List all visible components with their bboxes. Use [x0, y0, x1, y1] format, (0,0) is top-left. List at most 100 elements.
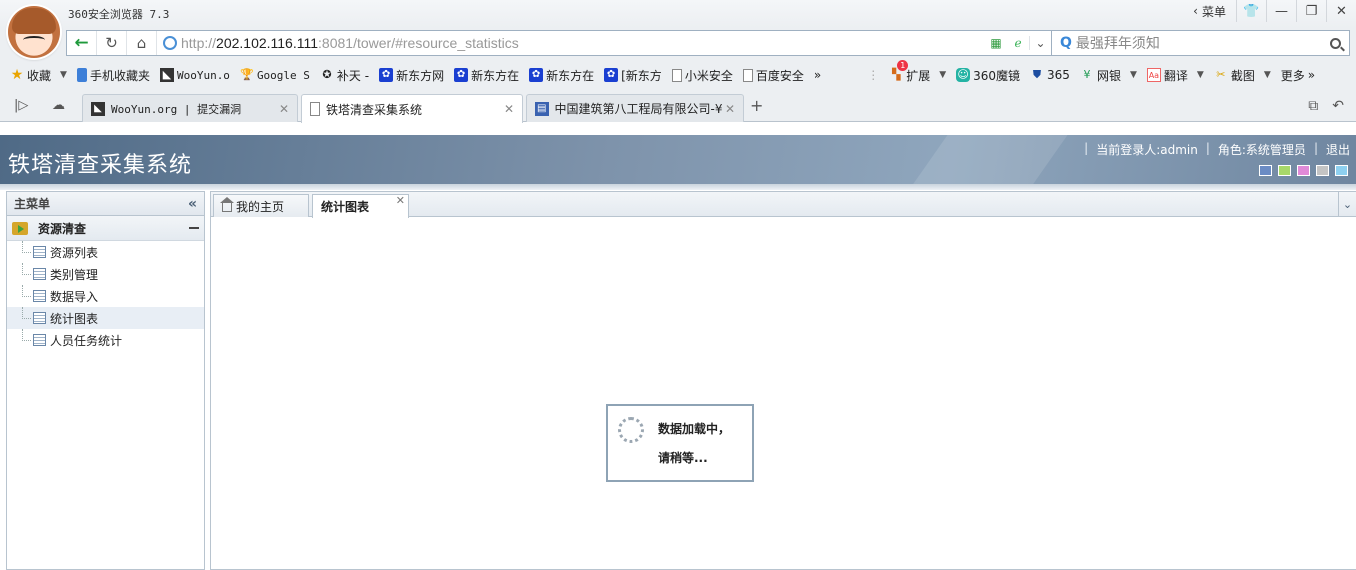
current-user-label: 当前登录人:admin	[1096, 143, 1198, 157]
tab-list-icon[interactable]: ⧉	[1308, 98, 1318, 114]
table-icon	[33, 334, 46, 346]
main-content: 我的主页 统计图表 ✕ ⌄	[210, 191, 1356, 570]
search-engine-icon[interactable]: Q	[1060, 35, 1072, 51]
user-avatar[interactable]	[8, 6, 60, 58]
browser-tab-active[interactable]: 铁塔清查采集系统 ✕	[301, 94, 523, 123]
sidebar-item-category[interactable]: 类别管理	[7, 263, 204, 285]
home-icon	[220, 196, 234, 212]
cloud-icon[interactable]: ☁	[52, 98, 65, 113]
caret-down-icon: ▼	[1196, 70, 1204, 80]
sidebar-item-task-stats[interactable]: 人员任务统计	[7, 329, 204, 351]
tab-home[interactable]: 我的主页	[213, 194, 309, 217]
user-bar: | 当前登录人:admin | 角色:系统管理员 | 退出	[1084, 141, 1350, 158]
sidebar-item-resource-list[interactable]: 资源列表	[7, 241, 204, 263]
tab-statistics[interactable]: 统计图表 ✕	[312, 194, 409, 218]
search-box[interactable]: Q 最强拜年须知	[1052, 30, 1350, 56]
bookmark-item[interactable]: 🏆 Google S	[240, 68, 310, 82]
google-icon: 🏆	[240, 68, 254, 81]
chevron-left-icon: ‹	[1193, 4, 1198, 18]
back-button[interactable]: ←	[67, 31, 97, 55]
double-chevron-right-icon: »	[813, 68, 822, 82]
refresh-button[interactable]: ↻	[97, 31, 127, 55]
bookmarks-bar: ★ 收藏 ▼ 手机收藏夹 ◣ WooYun.o 🏆 Google S ✪ 补天 - ✿ 新东…	[0, 60, 1356, 90]
sidebar-toggle-icon[interactable]: |▷	[14, 98, 28, 113]
bookmark-item[interactable]: ✿ 新东方在	[529, 67, 594, 84]
page-title: 铁塔清查采集系统	[8, 152, 193, 177]
bookmark-item[interactable]: ✿ [新东方	[604, 67, 662, 84]
undo-close-icon[interactable]: ↶	[1332, 98, 1344, 114]
phone-icon	[76, 68, 87, 82]
folder-icon	[12, 221, 28, 235]
app-header: 铁塔清查采集系统 | 当前登录人:admin | 角色:系统管理员 | 退出	[0, 135, 1356, 184]
theme-swatch-pink[interactable]	[1297, 165, 1310, 176]
caret-down-icon: ▼	[1263, 70, 1271, 80]
bookmark-item[interactable]: 手机收藏夹	[76, 67, 150, 84]
qr-code-icon[interactable]: ▦	[985, 36, 1007, 50]
bookmark-item[interactable]: 小米安全	[671, 67, 733, 84]
maximize-button[interactable]: ❐	[1296, 0, 1326, 22]
new-tab-button[interactable]: +	[750, 96, 763, 115]
close-tab-icon[interactable]: ✕	[725, 102, 735, 116]
url-input[interactable]: http://202.102.116.111:8081/tower/#resou…	[181, 35, 519, 51]
close-tab-icon[interactable]: ✕	[504, 102, 514, 116]
wooyun-icon: ◣	[91, 101, 105, 116]
toolbar-365[interactable]: ⛊ 365	[1030, 68, 1070, 82]
compat-mode-icon[interactable]: ℯ	[1007, 36, 1029, 50]
theme-switcher	[1259, 165, 1348, 176]
toolbar-more[interactable]: 更多»	[1281, 67, 1315, 84]
table-icon	[33, 246, 46, 258]
theme-swatch-green[interactable]	[1278, 165, 1291, 176]
sidebar-item-import[interactable]: 数据导入	[7, 285, 204, 307]
search-icon[interactable]	[1330, 37, 1341, 49]
paw-icon: ✿	[379, 68, 394, 82]
paw-icon: ✿	[454, 68, 469, 82]
home-button[interactable]: ⌂	[127, 31, 157, 55]
skin-button[interactable]: 👕	[1236, 0, 1266, 22]
loading-dialog: 数据加载中， 请稍等...	[606, 404, 754, 482]
wooyun-icon: ◣	[159, 68, 174, 82]
tabs-menu-icon[interactable]: ⌄	[1338, 192, 1356, 217]
theme-swatch-blue[interactable]	[1259, 165, 1272, 176]
sidebar-item-statistics[interactable]: 统计图表	[7, 307, 204, 329]
globe-icon	[163, 36, 177, 50]
browser-menu-button[interactable]: ‹ 菜单	[1187, 3, 1236, 20]
logout-link[interactable]: 退出	[1326, 141, 1350, 158]
bookmark-item[interactable]: ✿ 新东方在	[454, 67, 519, 84]
close-window-button[interactable]: ✕	[1326, 0, 1356, 22]
toolbar-extensions[interactable]: ▚ 1 扩展 ▼	[889, 60, 946, 84]
close-tab-icon[interactable]: ✕	[396, 194, 405, 207]
browser-tab[interactable]: ▤ 中国建筑第八工程局有限公司-¥ ✕	[526, 94, 744, 122]
toolbar-screenshot[interactable]: ✂ 截图 ▼	[1214, 67, 1271, 84]
chevron-down-icon[interactable]: ⌄	[1029, 36, 1051, 50]
browser-tab[interactable]: ◣ WooYun.org | 提交漏洞 ✕	[82, 94, 298, 122]
theme-swatch-gray[interactable]	[1316, 165, 1329, 176]
toolbar-translate[interactable]: Aa 翻译 ▼	[1146, 67, 1204, 84]
toolbar-360-mirror[interactable]: ☺ 360魔镜	[956, 67, 1020, 84]
collapse-sidebar-icon[interactable]: «	[188, 196, 197, 212]
collapse-group-icon[interactable]	[189, 227, 199, 229]
bookmark-item[interactable]: ✿ 新东方网	[379, 67, 444, 84]
browser-tab-strip: |▷ ☁ ◣ WooYun.org | 提交漏洞 ✕ 铁塔清查采集系统 ✕ ▤ 中国建筑…	[0, 90, 1356, 123]
cscec-icon: ▤	[535, 101, 549, 116]
sidebar: 主菜单 « 资源清查 资源列表 类别管理 数据导入 统计图表 人员任务统计	[6, 191, 205, 570]
bank-shield-icon: ¥	[1083, 68, 1091, 81]
sidebar-group-resource[interactable]: 资源清查	[7, 216, 204, 241]
page-icon	[742, 68, 753, 82]
theme-swatch-cyan[interactable]	[1335, 165, 1348, 176]
close-tab-icon[interactable]: ✕	[279, 102, 289, 116]
bookmarks-overflow-button[interactable]: »	[814, 68, 821, 82]
translate-icon: Aa	[1146, 68, 1161, 82]
address-row: ← ↻ ⌂ http://202.102.116.111:8081/tower/…	[0, 28, 1356, 60]
bookmark-item[interactable]: 百度安全	[742, 67, 804, 84]
search-input[interactable]: 最强拜年须知	[1076, 33, 1160, 53]
sidebar-header: 主菜单 «	[7, 192, 204, 216]
bookmark-item[interactable]: ✪ 补天 -	[320, 67, 369, 84]
toolbar-ebank[interactable]: ¥ 网银 ▼	[1080, 67, 1137, 84]
bookmark-item[interactable]: ◣ WooYun.o	[159, 68, 230, 82]
bookmark-favorites[interactable]: ★ 收藏 ▼	[10, 67, 67, 84]
minimize-button[interactable]: —	[1266, 0, 1296, 22]
page-icon	[310, 102, 320, 116]
butian-icon: ✪	[322, 68, 332, 81]
caret-down-icon: ▼	[1129, 70, 1137, 80]
scissors-icon: ✂	[1216, 68, 1226, 81]
